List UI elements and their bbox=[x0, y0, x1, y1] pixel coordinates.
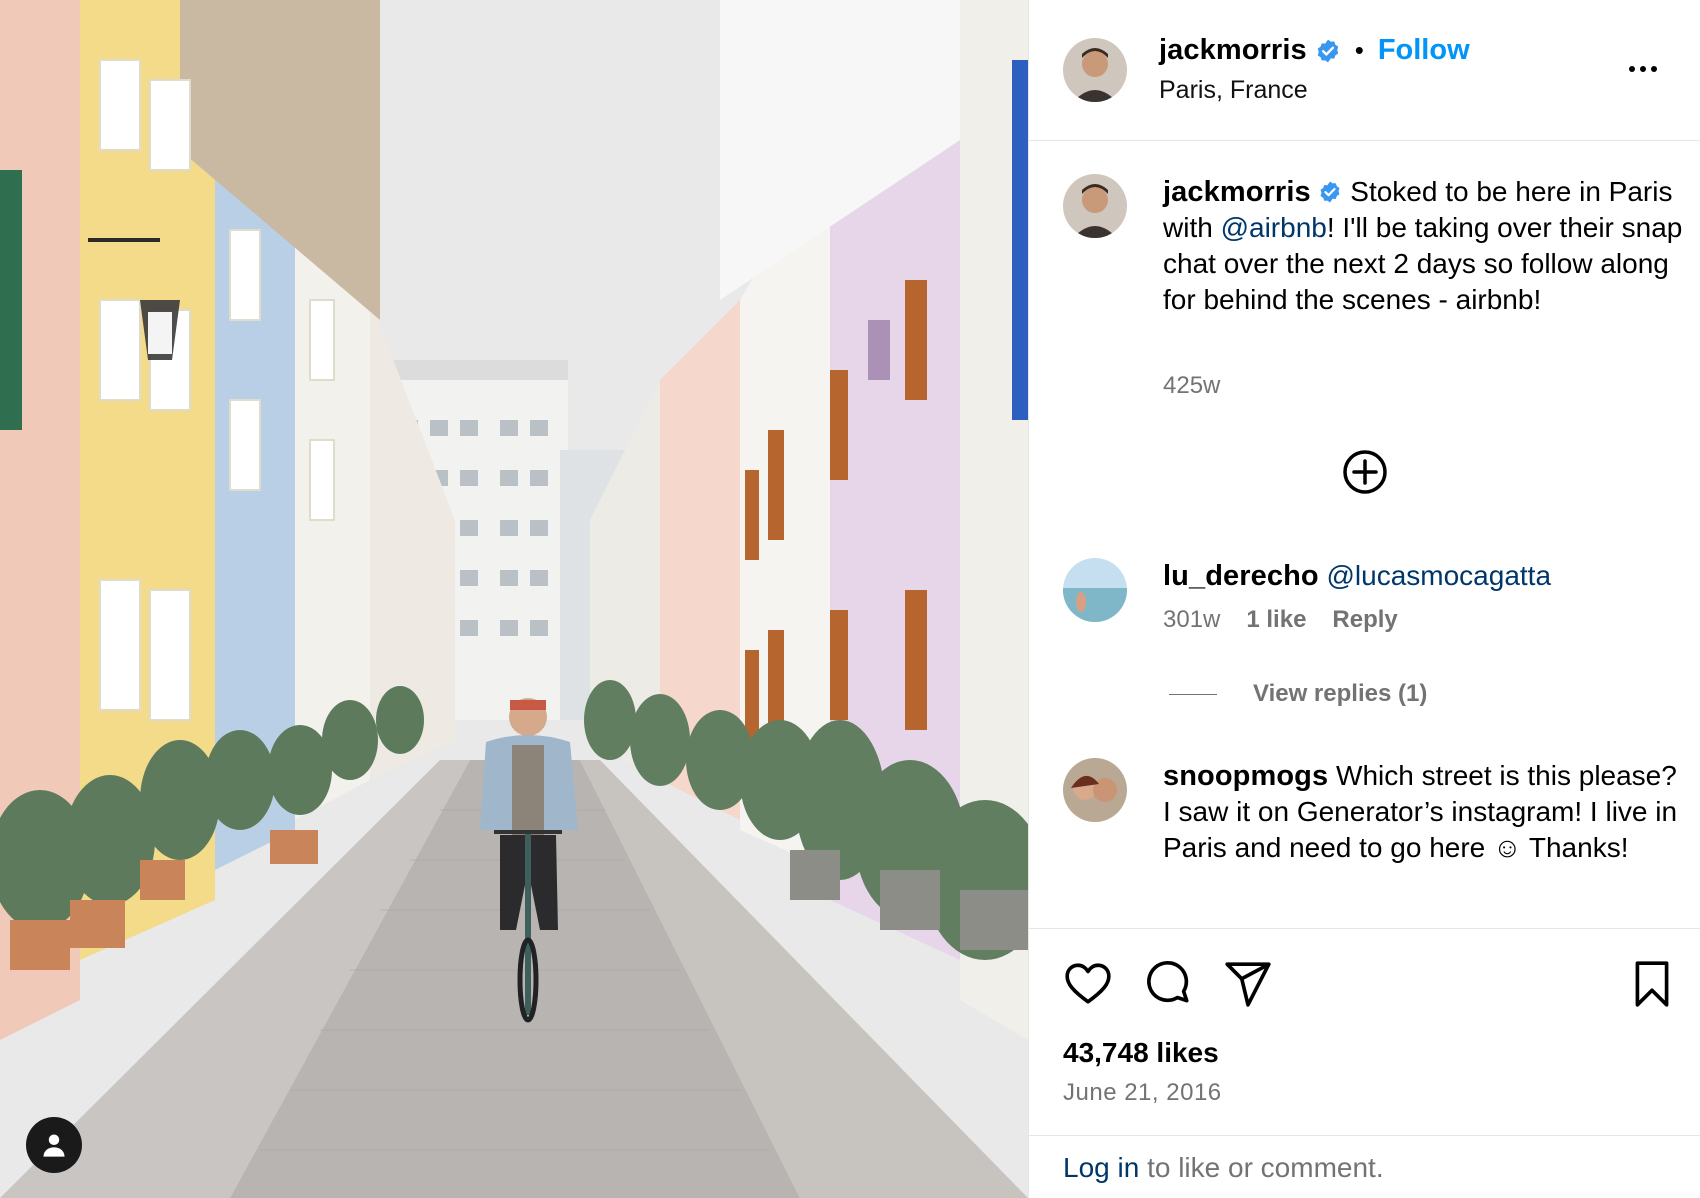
paper-plane-icon[interactable] bbox=[1223, 959, 1273, 1009]
follow-button[interactable]: Follow bbox=[1378, 34, 1470, 67]
caption-mention[interactable]: @airbnb bbox=[1221, 212, 1327, 243]
caption-meta: 425w bbox=[1163, 372, 1220, 400]
verified-badge-icon bbox=[1320, 181, 1340, 203]
commenter-username[interactable]: snoopmogs bbox=[1163, 760, 1328, 792]
replies-divider bbox=[1169, 693, 1217, 695]
heart-icon[interactable] bbox=[1063, 959, 1113, 1009]
verified-badge-icon bbox=[1317, 39, 1338, 62]
author-username[interactable]: jackmorris bbox=[1159, 34, 1307, 67]
header-line: jackmorris • Follow bbox=[1159, 34, 1470, 67]
post-photo[interactable] bbox=[0, 0, 1028, 1198]
separator-dot: • bbox=[1354, 35, 1364, 65]
post-header: jackmorris • Follow Paris, France bbox=[1029, 0, 1700, 141]
post-side-panel: jackmorris • Follow Paris, France jackmo… bbox=[1028, 0, 1700, 1198]
add-comment-circle-icon[interactable] bbox=[1341, 448, 1389, 496]
view-replies-label: View replies (1) bbox=[1253, 680, 1428, 707]
post-actions: 43,748 likes June 21, 2016 bbox=[1029, 928, 1700, 1135]
login-link[interactable]: Log in bbox=[1063, 1152, 1139, 1183]
commenter-avatar[interactable] bbox=[1063, 758, 1127, 822]
like-count[interactable]: 43,748 likes bbox=[1063, 1037, 1219, 1069]
post-date: June 21, 2016 bbox=[1063, 1079, 1222, 1106]
author-avatar[interactable] bbox=[1063, 38, 1127, 102]
login-prompt: Log in to like or comment. bbox=[1063, 1152, 1384, 1184]
user-tag-icon bbox=[43, 1134, 65, 1157]
comment-mention[interactable]: @lucasmocagatta bbox=[1327, 560, 1552, 591]
post-location[interactable]: Paris, France bbox=[1159, 76, 1308, 105]
login-prompt-rest: to like or comment. bbox=[1139, 1152, 1384, 1183]
avatar-image bbox=[1063, 38, 1127, 102]
comment-meta: 301w 1 like Reply bbox=[1163, 606, 1398, 634]
comment-text: lu_derecho @lucasmocagatta bbox=[1163, 558, 1683, 594]
login-bar: Log in to like or comment. bbox=[1029, 1135, 1700, 1198]
reply-button[interactable]: Reply bbox=[1332, 606, 1397, 634]
caption-avatar[interactable] bbox=[1063, 174, 1127, 238]
commenter-avatar[interactable] bbox=[1063, 558, 1127, 622]
street-photo-illustration bbox=[0, 0, 1028, 1198]
caption-text: jackmorris Stoked to be here in Paris wi… bbox=[1163, 174, 1683, 318]
comment-like-count[interactable]: 1 like bbox=[1246, 606, 1306, 634]
caption-username[interactable]: jackmorris bbox=[1163, 176, 1311, 208]
comment-age: 301w bbox=[1163, 606, 1221, 633]
comment-bubble-icon[interactable] bbox=[1143, 959, 1193, 1009]
avatar-image bbox=[1063, 174, 1127, 238]
avatar-image bbox=[1063, 758, 1127, 822]
commenter-username[interactable]: lu_derecho bbox=[1163, 560, 1319, 592]
tagged-users-button[interactable] bbox=[26, 1117, 82, 1173]
comment-text: snoopmogs Which street is this please? I… bbox=[1163, 758, 1683, 866]
bookmark-icon[interactable] bbox=[1627, 959, 1677, 1009]
caption-age: 425w bbox=[1163, 372, 1221, 399]
comments-list[interactable]: jackmorris Stoked to be here in Paris wi… bbox=[1029, 142, 1700, 928]
avatar-image bbox=[1063, 558, 1127, 622]
view-replies-button[interactable]: View replies (1) bbox=[1169, 680, 1427, 708]
more-options-icon[interactable] bbox=[1619, 54, 1667, 84]
